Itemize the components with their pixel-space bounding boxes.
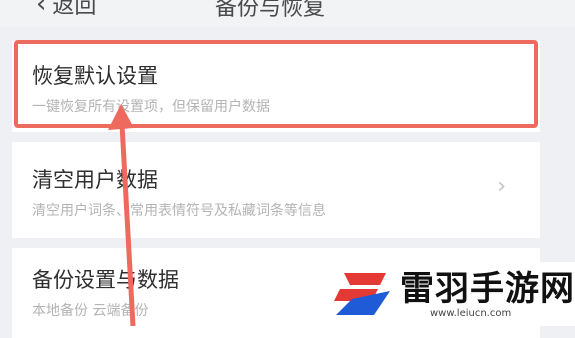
settings-item-restore-defaults[interactable]: 恢复默认设置 一键恢复所有设置项，但保留用户数据 xyxy=(12,40,540,132)
top-bar: ‹ 返回 备份与恢复 xyxy=(0,0,575,26)
brand-logo-icon xyxy=(334,273,390,315)
chevron-right-icon: › xyxy=(497,174,506,199)
settings-item-label: 备份设置与数据 xyxy=(32,268,179,292)
settings-item-description: 本地备份 云端备份 xyxy=(32,303,149,319)
watermark: 雷羽手游网 www.leiucn.com xyxy=(322,262,575,326)
chevron-left-icon: ‹ xyxy=(36,0,47,19)
watermark-url: www.leiucn.com xyxy=(430,307,512,319)
settings-item-label: 恢复默认设置 xyxy=(32,64,158,88)
settings-item-label: 清空用户数据 xyxy=(32,168,158,192)
back-button[interactable]: ‹ 返回 xyxy=(36,0,96,20)
settings-item-clear-user-data[interactable]: 清空用户数据 清空用户词条、常用表情符号及私藏词条等信息 › xyxy=(12,142,540,238)
page-title: 备份与恢复 xyxy=(215,0,326,21)
settings-item-description: 一键恢复所有设置项，但保留用户数据 xyxy=(32,99,270,115)
settings-item-description: 清空用户词条、常用表情符号及私藏词条等信息 xyxy=(32,203,326,219)
back-label: 返回 xyxy=(52,0,97,19)
watermark-name: 雷羽手游网 xyxy=(400,268,575,309)
